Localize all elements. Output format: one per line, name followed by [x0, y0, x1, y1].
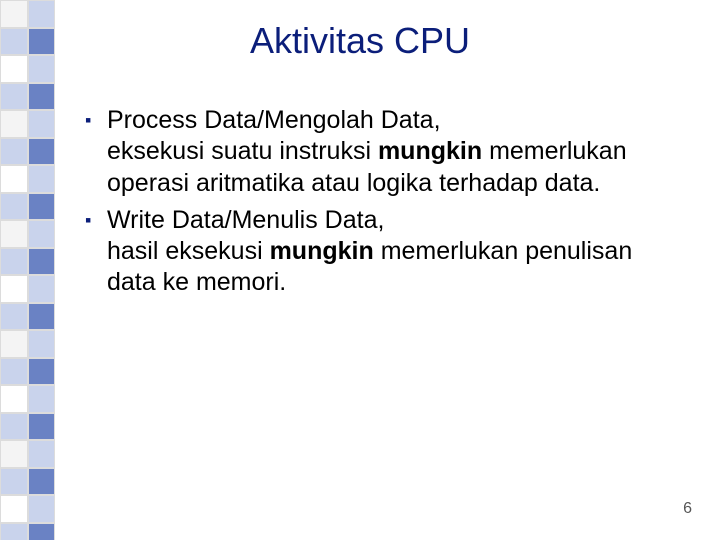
slide: Aktivitas CPU ▪ Process Data/Mengolah Da…: [0, 0, 720, 540]
bullet-head: Write Data/Menulis Data,: [107, 206, 384, 234]
bullet-head: Process Data/Mengolah Data,: [107, 106, 441, 134]
bullet-marker-icon: ▪: [85, 205, 107, 299]
bullet-text: Write Data/Menulis Data, hasil eksekusi …: [107, 205, 675, 299]
bullet-item: ▪ Write Data/Menulis Data, hasil eksekus…: [85, 205, 675, 299]
bullet-body-pre: eksekusi suatu instruksi: [107, 137, 378, 165]
slide-title: Aktivitas CPU: [0, 20, 720, 62]
bullet-body-bold: mungkin: [270, 237, 374, 265]
bullet-text: Process Data/Mengolah Data, eksekusi sua…: [107, 105, 675, 199]
bullet-marker-icon: ▪: [85, 105, 107, 199]
page-number: 6: [683, 500, 692, 518]
bullet-item: ▪ Process Data/Mengolah Data, eksekusi s…: [85, 105, 675, 199]
bullet-body-pre: hasil eksekusi: [107, 237, 270, 265]
slide-content: ▪ Process Data/Mengolah Data, eksekusi s…: [85, 105, 675, 305]
side-gingham-pattern: [0, 0, 55, 540]
bullet-body-bold: mungkin: [378, 137, 482, 165]
